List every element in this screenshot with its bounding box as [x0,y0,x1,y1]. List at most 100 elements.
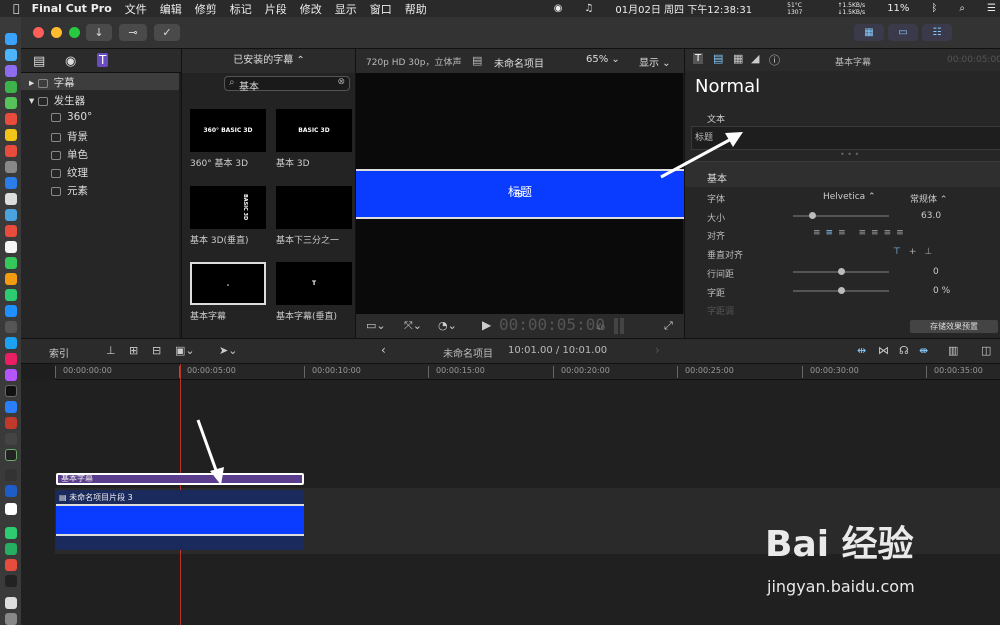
title-bar-preview[interactable]: 标题 ⊕ [356,169,684,219]
index-button[interactable]: 索引 [49,345,69,360]
tree-item-backgrounds[interactable]: 背景 [51,129,88,144]
font-style-dropdown[interactable]: 常规体 ⌃ [910,192,947,205]
clear-search-icon[interactable]: ⊗ [337,77,345,87]
app-icon[interactable] [5,113,17,125]
back-icon[interactable]: ‹ [381,343,386,357]
browser-toggle-button[interactable]: ▦ [854,24,884,41]
select-tool-icon[interactable]: ➤⌄ [219,344,237,357]
wifi-icon[interactable]: ◉ [554,3,563,14]
terminal-icon[interactable] [5,449,17,461]
inspector-toggle-button[interactable]: ☷ [922,24,952,41]
notes-icon[interactable] [5,241,17,253]
save-effects-preset-button[interactable]: 存储效果预置 [910,320,998,333]
tree-item-titles[interactable]: ▸ 字幕 [29,75,75,90]
resize-handle-icon[interactable]: • • • [840,150,859,159]
control-center-icon[interactable]: ☰ [987,3,996,14]
timeline-ruler[interactable]: 00:00:00:00 00:00:05:00 00:00:10:00 00:0… [55,364,1000,380]
vpn-icon[interactable] [5,485,17,497]
installed-titles-dropdown[interactable]: 已安装的字幕 ⌃ [182,49,356,73]
app-icon[interactable] [5,97,17,109]
overwrite-clip-icon[interactable]: ▣⌄ [175,344,195,357]
tree-item-360[interactable]: 360° [51,111,92,123]
finder-icon[interactable] [5,33,17,45]
snapping-icon[interactable]: ⇼ [919,344,928,357]
menu-help[interactable]: 帮助 [405,1,427,17]
keywords-button[interactable]: ⊸ [119,24,147,41]
info-inspector-icon[interactable]: ⓘ [769,52,780,68]
menu-mark[interactable]: 标记 [230,1,252,17]
app-icon[interactable] [5,193,17,205]
app-icon[interactable] [5,81,17,93]
title-clip[interactable]: 基本字幕 [56,473,304,485]
skimming-icon[interactable]: ⇹ [857,344,866,357]
font-family-dropdown[interactable]: Helvetica ⌃ [823,192,876,202]
tv-icon[interactable] [5,385,17,397]
video-clip[interactable]: ▤ 未命名项目片段 3 [56,490,304,550]
size-slider[interactable] [793,212,889,219]
battery-percent[interactable]: 11% [887,3,909,14]
document-icon[interactable] [5,597,17,609]
tree-item-textures[interactable]: 纹理 [51,165,88,180]
launchpad-icon[interactable] [5,65,17,77]
size-value[interactable]: 63.0 [921,211,941,221]
fullscreen-icon[interactable]: ⤢ [664,319,673,333]
calendar-icon[interactable] [5,225,17,237]
app-icon[interactable] [5,177,17,189]
app-icon[interactable] [5,209,17,221]
title-text-value[interactable]: 标题 [695,130,713,143]
solo-icon[interactable]: ☊ [899,344,909,357]
app-icon[interactable] [5,337,17,349]
app-icon[interactable] [5,469,17,481]
slider-knob[interactable] [809,212,816,219]
app-icon[interactable] [5,527,17,539]
yandex-icon[interactable] [5,503,17,515]
music-icon[interactable] [5,353,17,365]
play-button[interactable]: ▶ [482,318,491,332]
close-button[interactable] [33,27,44,38]
app-icon[interactable] [5,417,17,429]
thumb-basic-3d[interactable]: BASIC 3D [276,109,352,152]
import-button[interactable]: ↓ [86,24,112,41]
transform-tools-icon[interactable]: ⤧⌄ [404,319,422,333]
tracking-value[interactable]: 0 % [933,286,950,296]
app-icon[interactable] [5,145,17,157]
appstore-icon[interactable] [5,401,17,413]
tree-item-solids[interactable]: 单色 [51,147,88,162]
menu-file[interactable]: 文件 [125,1,147,17]
view-options-icon[interactable]: ▭⌄ [366,319,386,332]
menu-view[interactable]: 显示 [335,1,357,17]
minimize-button[interactable] [51,27,62,38]
menu-trim[interactable]: 修剪 [195,1,217,17]
titles-generators-icon[interactable]: T [97,53,109,67]
app-icon[interactable] [5,305,17,317]
zoom-dropdown[interactable]: 65% ⌄ [586,54,620,65]
app-icon[interactable] [5,433,17,445]
thumb-basic-title[interactable]: - [190,262,266,305]
zoom-button[interactable] [69,27,80,38]
app-icon[interactable] [5,257,17,269]
chrome-icon[interactable] [5,129,17,141]
search-input[interactable]: 基本 [239,78,259,93]
menu-edit[interactable]: 编辑 [160,1,182,17]
vertical-align-buttons[interactable]: ⊤+⊥ [893,247,940,257]
messages-icon[interactable] [5,289,17,301]
slider-knob[interactable] [838,268,845,275]
video-inspector-icon[interactable]: ▦ [733,52,743,65]
app-icon[interactable] [5,161,17,173]
app-menu[interactable]: Final Cut Pro [32,2,112,15]
wechat-icon[interactable] [5,543,17,555]
title-inspector-icon[interactable]: ▤ [713,52,723,65]
line-spacing-slider[interactable] [793,268,889,275]
background-tasks-button[interactable]: ✓ [154,24,180,41]
app-icon[interactable] [5,321,17,333]
connect-clip-icon[interactable]: ⊥ [106,344,116,357]
tracking-slider[interactable] [793,287,889,294]
datetime[interactable]: 01月02日 周四 下午12:38:31 [615,1,752,16]
effects-browser-icon[interactable]: ◫ [981,344,991,357]
trash-icon[interactable] [5,613,17,625]
timecode-display[interactable]: 00:00:05:00 [499,315,605,334]
audio-skimming-icon[interactable]: ⋈ [878,344,889,357]
podcasts-icon[interactable] [5,369,17,381]
clapper-icon[interactable]: ▤ [33,54,45,69]
menu-clip[interactable]: 片段 [265,1,287,17]
